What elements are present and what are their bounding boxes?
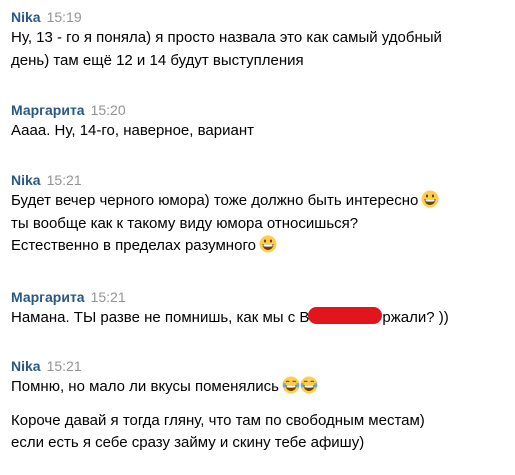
message-text: если есть я себе сразу займу и скину теб…	[11, 434, 365, 451]
tears-of-joy-emoji-icon	[282, 376, 300, 394]
message-text-run: Будет вечер черного юмора) тоже должно б…	[11, 192, 419, 209]
message-group: Nika 15:19 Ну, 13 - го я поняла) я просто…	[11, 7, 509, 72]
chat-history: Nika 15:19 Ну, 13 - го я поняла) я просто…	[0, 0, 515, 475]
message-text: Ну, 13 - го я поняла) я просто назвала э…	[11, 29, 442, 46]
message-text-run: Намана. ТЫ разве не помнишь, как мы с В	[11, 309, 310, 326]
message-group: Nika 15:21 Помню, но мало ли вкусы поменя…	[11, 356, 509, 455]
message-header: Маргарита 15:21	[11, 287, 509, 307]
message-group: Маргарита 15:21 Намана. ТЫ разве не помни…	[11, 287, 509, 330]
author-name[interactable]: Nika	[11, 9, 41, 25]
grinning-face-emoji-icon	[259, 235, 277, 253]
message-text: Намана. ТЫ разве не помнишь, как мы с В р…	[11, 307, 509, 330]
message-text-run: ржали? ))	[382, 309, 449, 326]
message-text-run: Помню, но мало ли вкусы поменялись	[11, 378, 279, 395]
grinning-face-emoji-icon	[421, 190, 439, 208]
message-text: Помню, но мало ли вкусы поменялись	[11, 376, 509, 399]
message-text: Будет вечер черного юмора) тоже должно б…	[11, 190, 509, 213]
message-header: Nika 15:21	[11, 356, 509, 376]
message-header: Nika 15:21	[11, 170, 509, 190]
message-header: Nika 15:19	[11, 7, 509, 27]
message-text: Аааа. Ну, 14-го, наверное, вариант	[11, 122, 254, 139]
message-text: Естественно в пределах разумного	[11, 235, 509, 258]
message-time[interactable]: 15:20	[91, 102, 126, 118]
tears-of-joy-emoji-icon	[300, 376, 318, 394]
message-text: день) там ещё 12 и 14 будут выступления	[11, 51, 304, 69]
author-name[interactable]: Маргарита	[11, 289, 85, 305]
author-name[interactable]: Nika	[11, 172, 41, 188]
message-time[interactable]: 15:21	[47, 358, 82, 374]
message-header: Маргарита 15:20	[11, 100, 509, 120]
message-time[interactable]: 15:19	[47, 9, 82, 25]
message-text: Короче давай я тогда гляну, что там по с…	[11, 411, 425, 429]
message-time[interactable]: 15:21	[47, 172, 82, 188]
message-time[interactable]: 15:21	[91, 289, 126, 305]
author-name[interactable]: Nika	[11, 358, 41, 374]
message-group: Nika 15:21 Будет вечер черного юмора) тож…	[11, 170, 509, 258]
author-name[interactable]: Маргарита	[11, 102, 85, 118]
redaction-mark	[308, 307, 383, 324]
message-text-run: Естественно в пределах разумного	[11, 237, 256, 254]
message-text: ты вообще как к такому виду юмора относи…	[11, 214, 359, 232]
message-group: Маргарита 15:20 Аааа. Ну, 14-го, наверное…	[11, 100, 509, 143]
